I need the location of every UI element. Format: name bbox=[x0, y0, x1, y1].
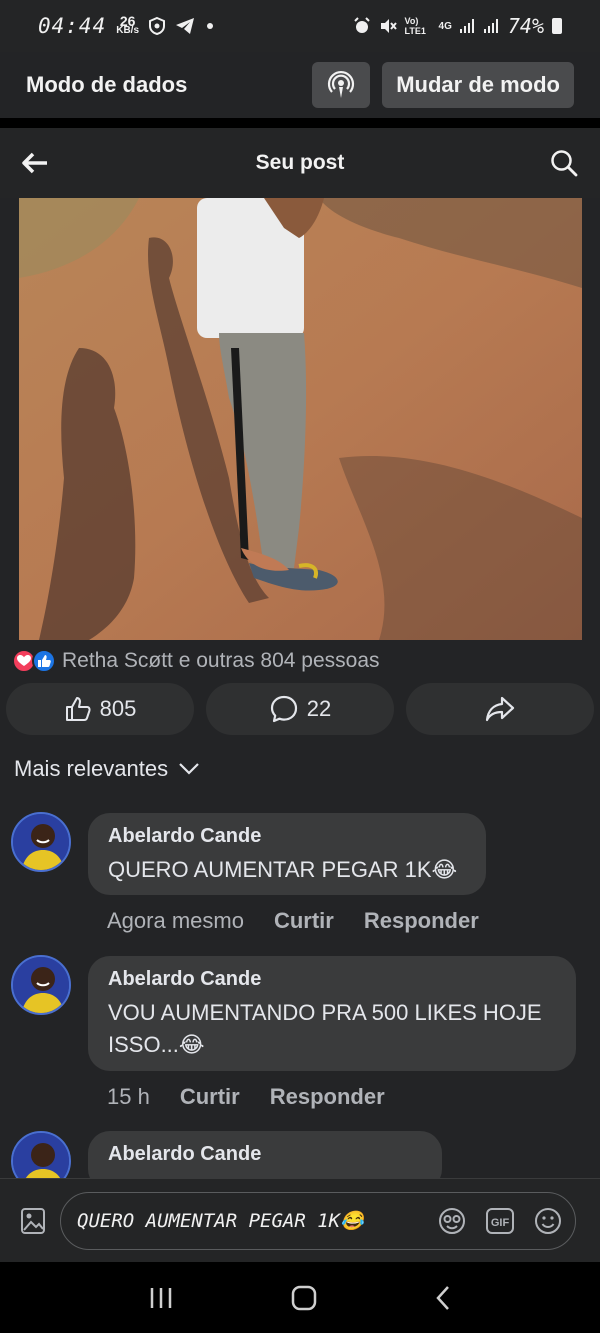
search-icon[interactable] bbox=[550, 149, 578, 177]
status-time: 04:44 bbox=[38, 14, 107, 38]
podcast-icon bbox=[328, 70, 355, 98]
post-photo-image bbox=[19, 198, 582, 640]
status-left-icons: 26 KB/s bbox=[116, 14, 214, 36]
like-button[interactable]: 805 bbox=[6, 683, 194, 735]
alarm-icon bbox=[353, 17, 370, 33]
signal-icon-2 bbox=[483, 19, 498, 33]
home-icon[interactable] bbox=[291, 1285, 317, 1311]
comment-author[interactable]: Abelardo Cande bbox=[108, 968, 556, 991]
comment-icon bbox=[270, 695, 297, 723]
battery-percent: 74% bbox=[507, 14, 544, 38]
back-arrow-icon[interactable] bbox=[22, 152, 48, 174]
post-photo[interactable] bbox=[19, 198, 582, 640]
comment-like-link[interactable]: Curtir bbox=[180, 1084, 240, 1110]
comment-reply-link[interactable]: Responder bbox=[364, 908, 479, 934]
signal-icon bbox=[459, 19, 474, 33]
shield-icon bbox=[149, 16, 166, 36]
post-actions: 805 22 bbox=[6, 683, 594, 735]
recent-apps-icon[interactable] bbox=[148, 1286, 174, 1310]
share-button[interactable] bbox=[406, 683, 594, 735]
comment-input[interactable]: QUERO AUMENTAR PEGAR 1K😂 GIF bbox=[60, 1191, 576, 1250]
avatar-image bbox=[13, 957, 69, 1013]
status-right-icons: Vo) LTE1 4G 74% bbox=[353, 14, 562, 38]
thumbs-up-icon bbox=[65, 697, 91, 721]
comment-button[interactable]: 22 bbox=[206, 683, 394, 735]
svg-text:GIF: GIF bbox=[491, 1217, 510, 1229]
comment-like-link[interactable]: Curtir bbox=[274, 908, 334, 934]
network-type: 4G bbox=[438, 20, 452, 32]
divider bbox=[0, 118, 600, 128]
network-speed-unit: KB/s bbox=[116, 25, 140, 36]
avatar-image bbox=[13, 814, 69, 870]
comment-meta: Agora mesmo Curtir Responder bbox=[107, 908, 479, 934]
comment-count: 22 bbox=[306, 696, 332, 721]
comment-bubble[interactable]: Abelardo Cande QUERO AUMENTAR PEGAR 1K😂 bbox=[88, 813, 486, 895]
like-reaction-icon bbox=[32, 649, 56, 673]
battery-icon bbox=[552, 18, 562, 34]
network-label: Vo) LTE1 bbox=[404, 16, 426, 36]
comment-reply-link[interactable]: Responder bbox=[270, 1084, 385, 1110]
post-header: Seu post bbox=[0, 128, 600, 198]
back-icon[interactable] bbox=[434, 1285, 452, 1311]
comment-meta: 15 h Curtir Responder bbox=[107, 1084, 385, 1110]
composer-icons: GIF bbox=[437, 1206, 563, 1236]
gif-icon[interactable]: GIF bbox=[485, 1206, 515, 1236]
gallery-icon[interactable] bbox=[20, 1206, 46, 1236]
chevron-down-icon bbox=[179, 763, 199, 775]
comment-author[interactable]: Abelardo Cande bbox=[108, 1143, 422, 1166]
comment-bubble[interactable]: Abelardo Cande VOU AUMENTANDO PRA 500 LI… bbox=[88, 956, 576, 1071]
reactions-text: Retha Scøtt e outras 804 pessoas bbox=[62, 649, 380, 672]
comment-text: VOU AUMENTANDO PRA 500 LIKES HOJE ISSO..… bbox=[108, 1000, 542, 1057]
comment-time: Agora mesmo bbox=[107, 908, 244, 933]
comment-time: 15 h bbox=[107, 1084, 150, 1109]
system-navigation-bar bbox=[0, 1262, 600, 1333]
status-bar: 04:44 26 KB/s Vo) LTE1 4G 74% bbox=[0, 0, 600, 52]
comment-text: QUERO AUMENTAR PEGAR 1K😂 bbox=[108, 857, 458, 882]
like-count: 805 bbox=[99, 696, 137, 721]
comment-author[interactable]: Abelardo Cande bbox=[108, 825, 466, 848]
page-title: Seu post bbox=[255, 151, 345, 174]
sticker-icon[interactable] bbox=[437, 1206, 467, 1236]
telegram-icon bbox=[176, 18, 195, 34]
comment-composer: QUERO AUMENTAR PEGAR 1K😂 GIF bbox=[0, 1178, 600, 1262]
reactions-summary[interactable]: Retha Scøtt e outras 804 pessoas bbox=[12, 646, 380, 676]
sort-label: Mais relevantes bbox=[14, 756, 169, 781]
network-speed: 26 KB/s bbox=[116, 14, 140, 36]
avatar[interactable] bbox=[11, 812, 71, 872]
podcast-button[interactable] bbox=[312, 62, 371, 108]
comment-input-text: QUERO AUMENTAR PEGAR 1K😂 bbox=[77, 1210, 364, 1232]
notification-dot-icon bbox=[207, 23, 214, 29]
comment-sort-dropdown[interactable]: Mais relevantes bbox=[14, 756, 200, 782]
data-mode-bar: Modo de dados Mudar de modo bbox=[0, 52, 600, 118]
data-mode-title: Modo de dados bbox=[26, 72, 188, 97]
mute-icon bbox=[380, 19, 397, 33]
share-icon bbox=[485, 696, 515, 722]
emoji-icon[interactable] bbox=[533, 1206, 563, 1236]
avatar[interactable] bbox=[11, 955, 71, 1015]
switch-mode-button[interactable]: Mudar de modo bbox=[382, 62, 574, 108]
